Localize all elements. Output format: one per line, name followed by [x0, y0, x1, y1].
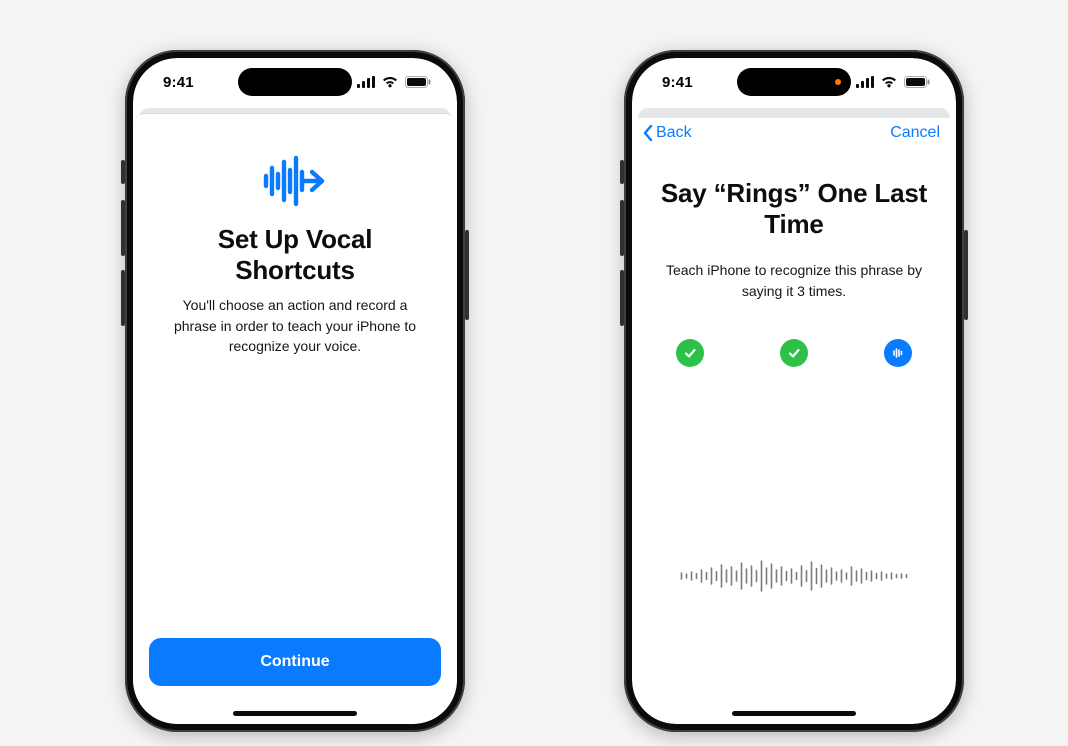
- continue-button[interactable]: Continue: [149, 638, 441, 686]
- status-time: 9:41: [662, 74, 693, 91]
- home-indicator[interactable]: [233, 711, 357, 716]
- live-waveform: [632, 546, 956, 606]
- check-icon: [787, 346, 801, 360]
- nav-bar: Back Cancel: [632, 118, 956, 148]
- phone-screen-left: 9:41: [133, 58, 457, 724]
- phone-left: 9:41: [125, 50, 465, 732]
- volume-down-button: [620, 270, 624, 326]
- intro-title: Set Up Vocal Shortcuts: [163, 224, 427, 285]
- volume-up-button: [620, 200, 624, 256]
- home-indicator[interactable]: [732, 711, 856, 716]
- cancel-label: Cancel: [890, 124, 940, 141]
- silence-switch: [620, 160, 624, 184]
- power-button: [964, 230, 968, 320]
- waveform-mini-icon: [891, 346, 905, 360]
- silence-switch: [121, 160, 125, 184]
- power-button: [465, 230, 469, 320]
- recording-indicator-icon: [835, 79, 841, 85]
- recording-dot-2: [780, 339, 808, 367]
- recording-dot-1: [676, 339, 704, 367]
- continue-button-label: Continue: [260, 653, 329, 671]
- recording-dot-3: [884, 339, 912, 367]
- battery-icon: [904, 76, 930, 88]
- battery-icon: [405, 76, 431, 88]
- back-button[interactable]: Back: [642, 124, 692, 142]
- phone-right: 9:41: [624, 50, 964, 732]
- modal-sheet: Set Up Vocal Shortcuts You'll choose an …: [133, 114, 457, 724]
- check-icon: [683, 346, 697, 360]
- teach-content: Say “Rings” One Last Time Teach iPhone t…: [632, 178, 956, 724]
- phone-bezel: 9:41: [133, 58, 457, 724]
- volume-up-button: [121, 200, 125, 256]
- status-indicators: [856, 76, 930, 88]
- cancel-button[interactable]: Cancel: [890, 124, 940, 142]
- wifi-icon: [381, 76, 399, 88]
- back-label: Back: [656, 124, 692, 142]
- dynamic-island: [737, 68, 851, 96]
- teach-description: Teach iPhone to recognize this phrase by…: [664, 260, 924, 301]
- sheet-backdrop: [638, 108, 950, 118]
- chevron-left-icon: [642, 124, 654, 142]
- dynamic-island: [238, 68, 352, 96]
- status-indicators: [357, 76, 431, 88]
- stage: 9:41: [0, 0, 1068, 746]
- teach-title: Say “Rings” One Last Time: [658, 178, 930, 240]
- cellular-icon: [856, 76, 874, 88]
- wifi-icon: [880, 76, 898, 88]
- volume-down-button: [121, 270, 125, 326]
- intro-description: You'll choose an action and record a phr…: [163, 295, 427, 356]
- phone-screen-right: 9:41: [632, 58, 956, 724]
- vocal-shortcut-icon: [260, 154, 330, 208]
- recording-progress: [658, 339, 930, 367]
- status-time: 9:41: [163, 74, 194, 91]
- phone-bezel: 9:41: [632, 58, 956, 724]
- cellular-icon: [357, 76, 375, 88]
